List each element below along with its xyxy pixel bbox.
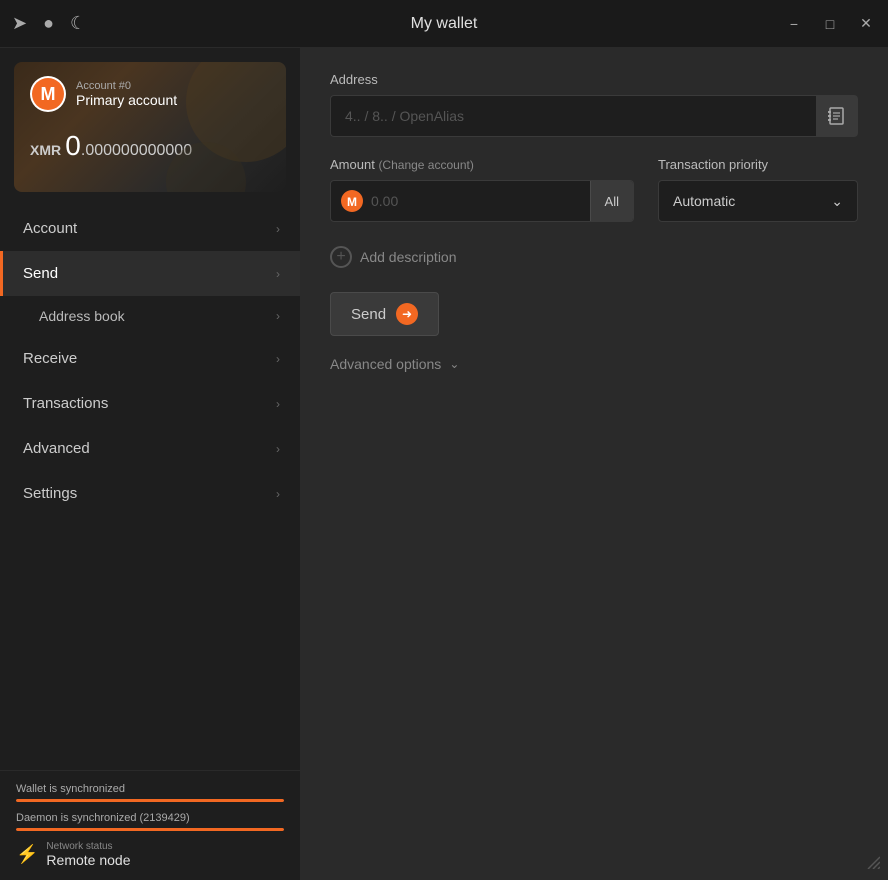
- wallet-sync-bar: [16, 799, 284, 802]
- sidebar-item-account[interactable]: Account ›: [0, 206, 300, 251]
- lightning-icon: ⚡: [16, 844, 38, 865]
- daemon-sync-bar: [16, 828, 284, 831]
- change-account-label[interactable]: (Change account): [378, 158, 473, 172]
- window-title: My wallet: [411, 15, 478, 33]
- titlebar: ➤ ● ☾ My wallet − □ ✕: [0, 0, 888, 48]
- chevron-right-icon: ›: [276, 222, 280, 236]
- titlebar-left-icons: ➤ ● ☾: [12, 13, 86, 34]
- monero-logo: M: [30, 76, 66, 112]
- account-number: Account #0: [76, 80, 177, 92]
- account-card: M Account #0 Primary account XMR 0.00000…: [14, 62, 286, 192]
- address-book-button[interactable]: [816, 95, 858, 137]
- balance-whole: 0: [65, 130, 81, 161]
- sidebar-item-send[interactable]: Send ›: [0, 251, 300, 296]
- account-header: M Account #0 Primary account: [30, 76, 270, 112]
- add-description-row[interactable]: + Add description: [330, 246, 858, 268]
- account-info: Account #0 Primary account: [76, 80, 177, 108]
- sidebar-item-advanced-label: Advanced: [23, 440, 90, 457]
- sidebar-item-send-label: Send: [23, 265, 58, 282]
- account-balance: XMR 0.000000000000: [30, 130, 270, 162]
- amount-label: Amount (Change account): [330, 157, 634, 172]
- svg-text:M: M: [347, 195, 357, 209]
- priority-select[interactable]: Automatic ⌄: [658, 180, 858, 222]
- add-description-icon: +: [330, 246, 352, 268]
- amount-input[interactable]: [371, 193, 590, 209]
- minimize-button[interactable]: −: [784, 14, 804, 34]
- address-input[interactable]: [330, 95, 816, 137]
- network-value-text: Remote node: [46, 852, 130, 868]
- balance-decimals: .000000000000: [81, 142, 192, 159]
- sidebar-item-receive-label: Receive: [23, 350, 77, 367]
- wallet-sync-fill: [16, 799, 284, 802]
- svg-text:M: M: [41, 84, 56, 104]
- resize-handle[interactable]: [866, 855, 880, 872]
- sidebar-item-address-book[interactable]: Address book ›: [0, 296, 300, 336]
- send-button[interactable]: Send ➜: [330, 292, 439, 336]
- balance-currency: XMR: [30, 142, 61, 158]
- sidebar-item-receive[interactable]: Receive ›: [0, 336, 300, 381]
- address-row: [330, 95, 858, 137]
- sidebar-item-transactions[interactable]: Transactions ›: [0, 381, 300, 426]
- sidebar-bottom: Wallet is synchronized Daemon is synchro…: [0, 770, 300, 880]
- send-button-label: Send: [351, 306, 386, 323]
- chevron-right-icon: ›: [276, 352, 280, 366]
- chevron-down-icon: ⌄: [449, 357, 459, 371]
- address-field-label: Address: [330, 72, 858, 87]
- main-layout: M Account #0 Primary account XMR 0.00000…: [0, 48, 888, 880]
- window-controls: − □ ✕: [784, 14, 876, 34]
- chevron-right-icon: ›: [276, 442, 280, 456]
- priority-label: Transaction priority: [658, 157, 858, 172]
- sidebar: M Account #0 Primary account XMR 0.00000…: [0, 48, 300, 880]
- wallet-sync-label: Wallet is synchronized: [16, 783, 284, 795]
- chevron-right-icon: ›: [276, 309, 280, 323]
- amount-section: Amount (Change account) M All: [330, 157, 634, 222]
- sidebar-item-address-book-label: Address book: [39, 308, 125, 324]
- sidebar-item-settings[interactable]: Settings ›: [0, 471, 300, 516]
- network-label-text: Network status: [46, 841, 130, 852]
- resize-icon: [866, 855, 880, 869]
- chevron-right-icon: ›: [276, 397, 280, 411]
- monero-icon: M: [341, 190, 363, 212]
- advanced-options-row[interactable]: Advanced options ⌄: [330, 356, 858, 372]
- network-info: Network status Remote node: [46, 841, 130, 868]
- contact-book-icon: [827, 106, 847, 126]
- sidebar-item-settings-label: Settings: [23, 485, 77, 502]
- daemon-sync-label: Daemon is synchronized (2139429): [16, 812, 284, 824]
- advanced-options-label: Advanced options: [330, 356, 441, 372]
- amount-priority-row: Amount (Change account) M All Transactio…: [330, 157, 858, 222]
- content-area: Address Amount (Change acco: [300, 48, 888, 880]
- sidebar-item-account-label: Account: [23, 220, 77, 237]
- globe-icon[interactable]: ●: [43, 13, 54, 34]
- maximize-button[interactable]: □: [820, 14, 840, 34]
- chevron-right-icon: ›: [276, 487, 280, 501]
- network-status: ⚡ Network status Remote node: [16, 841, 284, 868]
- all-button[interactable]: All: [590, 180, 633, 222]
- sidebar-item-advanced[interactable]: Advanced ›: [0, 426, 300, 471]
- chevron-down-icon: ⌄: [831, 193, 843, 210]
- send-arrow-icon: ➜: [396, 303, 418, 325]
- chevron-right-icon: ›: [276, 267, 280, 281]
- moon-icon[interactable]: ☾: [70, 13, 86, 34]
- amount-input-row: M All: [330, 180, 634, 222]
- account-name: Primary account: [76, 92, 177, 108]
- daemon-sync-fill: [16, 828, 284, 831]
- priority-section: Transaction priority Automatic ⌄: [658, 157, 858, 222]
- forward-icon[interactable]: ➤: [12, 13, 27, 34]
- sidebar-item-transactions-label: Transactions: [23, 395, 108, 412]
- add-description-label: Add description: [360, 249, 457, 265]
- priority-value: Automatic: [673, 193, 735, 209]
- close-button[interactable]: ✕: [856, 14, 876, 34]
- nav-items: Account › Send › Address book › Receive …: [0, 206, 300, 770]
